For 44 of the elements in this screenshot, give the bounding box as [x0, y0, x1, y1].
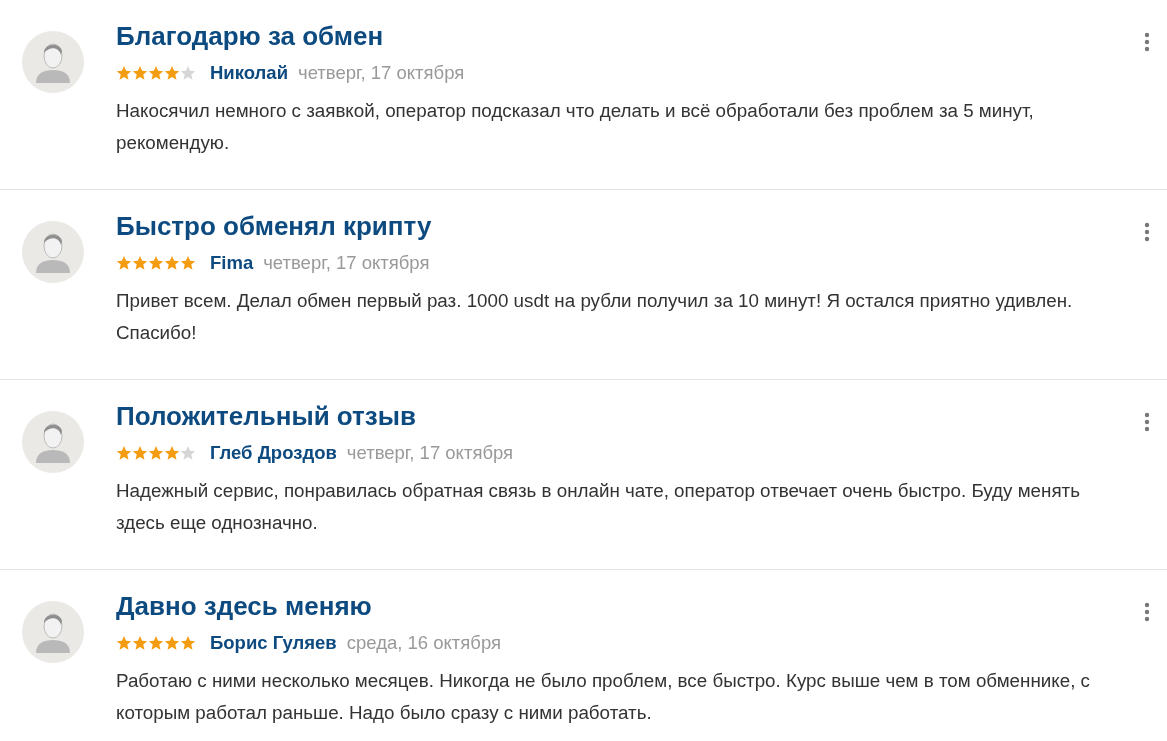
star-icon — [116, 445, 132, 461]
star-icon — [148, 255, 164, 271]
review-date: четверг, 17 октября — [346, 442, 514, 464]
star-icon — [132, 445, 148, 461]
more-menu-icon[interactable] — [1143, 412, 1151, 432]
star-icon — [164, 635, 180, 651]
star-icon — [180, 65, 196, 81]
star-icon — [180, 445, 196, 461]
star-icon — [148, 445, 164, 461]
star-icon — [132, 65, 148, 81]
star-icon — [148, 65, 164, 81]
star-icon — [180, 635, 196, 651]
star-icon — [164, 255, 180, 271]
star-icon — [148, 635, 164, 651]
author-name[interactable]: Николай — [210, 62, 288, 84]
more-menu-icon[interactable] — [1143, 32, 1151, 52]
avatar-icon — [22, 221, 84, 283]
review-date: среда, 16 октября — [346, 632, 502, 654]
review-title: Давно здесь меняю — [116, 590, 373, 623]
star-icon — [132, 255, 148, 271]
more-menu-icon[interactable] — [1143, 602, 1151, 622]
review-title: Положительный отзыв — [116, 400, 417, 433]
avatar-icon — [22, 411, 84, 473]
star-icon — [116, 65, 132, 81]
review-title: Благодарю за обмен — [116, 20, 385, 53]
star-icon — [116, 255, 132, 271]
more-menu-icon[interactable] — [1143, 222, 1151, 242]
author-name[interactable]: Глеб Дроздов — [210, 442, 337, 464]
review-date: четверг, 17 октября — [298, 62, 465, 84]
star-icon — [164, 445, 180, 461]
review-text: Привет всем. Делал обмен первый раз. 1000 usdt на рубли получил за 10 минут! Я остался приятно удивлен. Спасибо! — [116, 289, 1074, 345]
review-text: Надежный сервис, понравилась обратная связь в онлайн чате, оператор отвечает очень быстро. Буду менять здесь еще однозначно. — [116, 479, 1081, 535]
author-name[interactable]: Fima — [210, 252, 254, 274]
star-icon — [180, 255, 196, 271]
avatar-icon — [22, 601, 84, 663]
star-icon — [116, 635, 132, 651]
review-date: четверг, 17 октября — [263, 252, 430, 274]
review-text: Накосячил немного с заявкой, оператор подсказал что делать и всё обработали без проблем за 5 минут, рекомендую. — [116, 99, 1035, 155]
author-name[interactable]: Борис Гуляев — [210, 632, 337, 654]
review-text: Работаю с ними несколько месяцев. Никогда не было проблем, все быстро. Курс выше чем в том обменнике, с которым работал раньше. Надо было сразу с ними работать. — [116, 669, 1091, 725]
star-icon — [132, 635, 148, 651]
review-title: Быстро обменял крипту — [116, 210, 433, 243]
star-icon — [164, 65, 180, 81]
avatar-icon — [22, 31, 84, 93]
